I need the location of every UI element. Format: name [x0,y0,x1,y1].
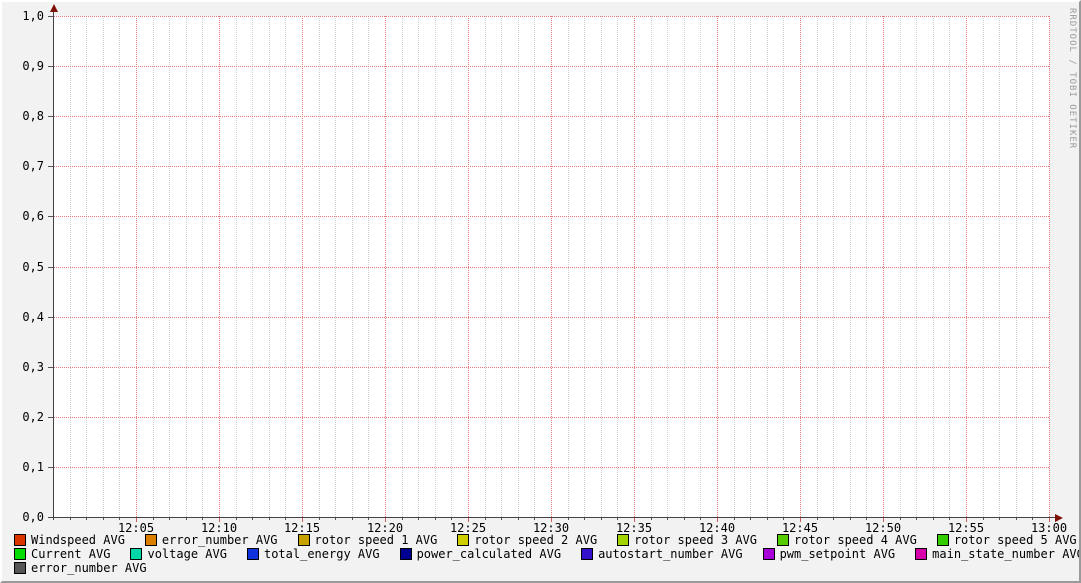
y-tick-label: 0,1 [10,461,44,473]
y-tick-label: 0,0 [10,511,44,523]
legend-label: error_number AVG [31,562,147,575]
legend-label: rotor speed 3 AVG [634,534,757,547]
legend-item: power_calculated AVG [400,548,562,561]
legend-swatch-icon [763,548,775,560]
legend-item: Windspeed AVG [14,534,125,547]
legend-item: rotor speed 4 AVG [777,534,917,547]
legend-swatch-icon [145,534,157,546]
legend-row: Windspeed AVG error_number AVG rotor speed… [14,533,1075,547]
legend-label: rotor speed 4 AVG [794,534,917,547]
legend-swatch-icon [400,548,412,560]
legend-row: error_number AVG [14,561,1075,575]
y-axis-arrow-icon [50,4,58,12]
y-tick-label: 0,3 [10,361,44,373]
legend-item: main_state_number AVG [915,548,1081,561]
y-tick-label: 1,0 [10,10,44,22]
legend-swatch-icon [14,534,26,546]
y-axis-line [53,10,54,520]
legend-item: rotor speed 3 AVG [617,534,757,547]
legend-label: error_number AVG [162,534,278,547]
y-tick-label: 0,5 [10,261,44,273]
x-grid-major [1049,16,1050,517]
plot-area [53,16,1049,517]
legend-label: total_energy AVG [264,548,380,561]
legend-item: rotor speed 5 AVG [937,534,1077,547]
y-tick-label: 0,9 [10,60,44,72]
watermark: RRDTOOL / TOBI OETIKER [1067,8,1077,149]
legend-swatch-icon [617,534,629,546]
rrdtool-graph: 1,00,90,80,70,60,50,40,30,20,10,012:0512… [0,0,1081,583]
legend-item: autostart_number AVG [581,548,743,561]
legend-swatch-icon [247,548,259,560]
legend-swatch-icon [457,534,469,546]
y-tick-label: 0,2 [10,411,44,423]
legend-swatch-icon [581,548,593,560]
legend-label: power_calculated AVG [417,548,562,561]
x-axis-line [48,517,1056,518]
legend-item: error_number AVG [14,562,147,575]
legend-item: pwm_setpoint AVG [763,548,896,561]
y-tick-label: 0,7 [10,160,44,172]
legend-label: main_state_number AVG [932,548,1081,561]
y-tick-label: 0,8 [10,110,44,122]
y-tick-label: 0,6 [10,210,44,222]
legend-label: rotor speed 2 AVG [474,534,597,547]
legend-label: rotor speed 5 AVG [954,534,1077,547]
legend-swatch-icon [915,548,927,560]
legend-swatch-icon [298,534,310,546]
y-tick-label: 0,4 [10,311,44,323]
legend: Windspeed AVG error_number AVG rotor speed… [14,533,1075,575]
legend-item: rotor speed 1 AVG [298,534,438,547]
legend-item: rotor speed 2 AVG [457,534,597,547]
legend-item: voltage AVG [130,548,226,561]
legend-item: total_energy AVG [247,548,380,561]
legend-swatch-icon [14,562,26,574]
legend-label: rotor speed 1 AVG [315,534,438,547]
legend-label: autostart_number AVG [598,548,743,561]
legend-label: Windspeed AVG [31,534,125,547]
legend-label: Current AVG [31,548,110,561]
legend-swatch-icon [14,548,26,560]
legend-swatch-icon [777,534,789,546]
legend-label: pwm_setpoint AVG [780,548,896,561]
legend-label: voltage AVG [147,548,226,561]
legend-item: error_number AVG [145,534,278,547]
legend-swatch-icon [937,534,949,546]
legend-item: Current AVG [14,548,110,561]
legend-swatch-icon [130,548,142,560]
legend-row: Current AVG voltage AVG total_energy AVG po… [14,547,1075,561]
